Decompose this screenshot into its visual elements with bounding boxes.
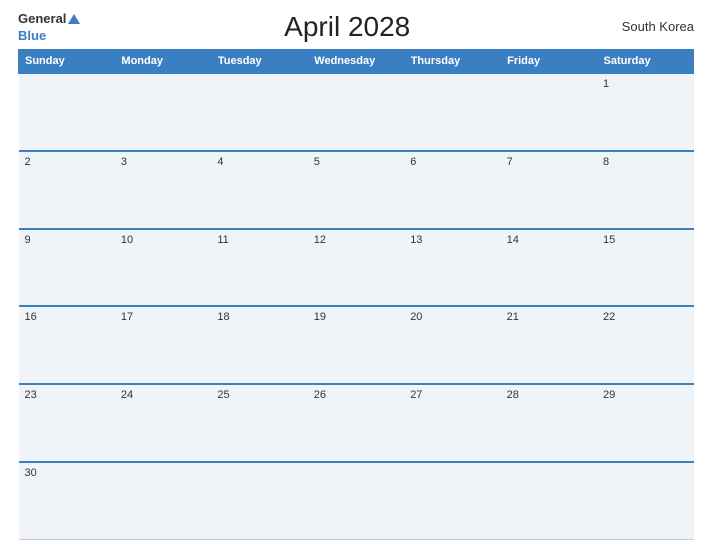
calendar-day: 27: [404, 384, 500, 462]
day-number: 24: [121, 389, 133, 401]
day-number: 1: [603, 78, 609, 90]
calendar-day: 14: [501, 229, 597, 307]
weekday-header-saturday: Saturday: [597, 50, 693, 74]
calendar-day: 17: [115, 306, 211, 384]
day-number: 15: [603, 234, 615, 246]
day-number: 29: [603, 389, 615, 401]
logo-text: General: [18, 10, 80, 28]
region-label: South Korea: [614, 19, 694, 34]
calendar-day: [597, 462, 693, 540]
calendar-day: 11: [211, 229, 307, 307]
day-number: 22: [603, 311, 615, 323]
calendar-day: 7: [501, 151, 597, 229]
calendar-day: 8: [597, 151, 693, 229]
calendar-week-1: 1: [19, 73, 694, 151]
calendar-day: 6: [404, 151, 500, 229]
day-number: 4: [217, 156, 223, 168]
day-number: 7: [507, 156, 513, 168]
calendar-day: 10: [115, 229, 211, 307]
calendar-week-4: 16 17 18 19 20 21 22: [19, 306, 694, 384]
day-number: 19: [314, 311, 326, 323]
calendar-day: 12: [308, 229, 404, 307]
day-number: 12: [314, 234, 326, 246]
calendar-day: [404, 73, 500, 151]
calendar-day: 28: [501, 384, 597, 462]
calendar-day: 25: [211, 384, 307, 462]
day-number: 23: [25, 389, 37, 401]
calendar-week-6: 30: [19, 462, 694, 540]
calendar-day: 1: [597, 73, 693, 151]
day-number: 14: [507, 234, 519, 246]
calendar-day: [404, 462, 500, 540]
calendar-day: [501, 462, 597, 540]
calendar-day: [19, 73, 115, 151]
calendar-day: 30: [19, 462, 115, 540]
calendar-day: [501, 73, 597, 151]
calendar-week-5: 23 24 25 26 27 28 29: [19, 384, 694, 462]
calendar-table: SundayMondayTuesdayWednesdayThursdayFrid…: [18, 49, 694, 540]
day-number: 16: [25, 311, 37, 323]
calendar-day: 3: [115, 151, 211, 229]
calendar-day: 2: [19, 151, 115, 229]
weekday-header-wednesday: Wednesday: [308, 50, 404, 74]
calendar-day: [308, 73, 404, 151]
logo-blue: Blue: [18, 28, 46, 43]
day-number: 10: [121, 234, 133, 246]
day-number: 6: [410, 156, 416, 168]
calendar-day: 19: [308, 306, 404, 384]
calendar-day: [308, 462, 404, 540]
logo-general: General: [18, 11, 66, 26]
calendar-day: 23: [19, 384, 115, 462]
weekday-header-thursday: Thursday: [404, 50, 500, 74]
logo: General Blue: [18, 10, 80, 43]
logo-triangle-icon: [68, 14, 80, 24]
day-number: 11: [217, 234, 228, 246]
calendar-day: 18: [211, 306, 307, 384]
day-number: 9: [25, 234, 31, 246]
day-number: 13: [410, 234, 422, 246]
calendar-header: General Blue April 2028 South Korea: [18, 10, 694, 43]
calendar-day: 29: [597, 384, 693, 462]
day-number: 2: [25, 156, 31, 168]
weekday-header-tuesday: Tuesday: [211, 50, 307, 74]
calendar-week-3: 9 10 11 12 13 14 15: [19, 229, 694, 307]
calendar-week-2: 2 3 4 5 6 7 8: [19, 151, 694, 229]
calendar-day: [115, 73, 211, 151]
calendar-title: April 2028: [80, 11, 614, 43]
calendar-day: 20: [404, 306, 500, 384]
weekday-header-sunday: Sunday: [19, 50, 115, 74]
weekday-header-friday: Friday: [501, 50, 597, 74]
calendar-day: 16: [19, 306, 115, 384]
calendar-day: 24: [115, 384, 211, 462]
calendar-day: [211, 73, 307, 151]
calendar-day: 13: [404, 229, 500, 307]
day-number: 30: [25, 467, 37, 479]
day-number: 21: [507, 311, 519, 323]
day-number: 17: [121, 311, 133, 323]
day-number: 20: [410, 311, 422, 323]
calendar-day: [115, 462, 211, 540]
calendar-day: 15: [597, 229, 693, 307]
calendar-day: 9: [19, 229, 115, 307]
day-number: 3: [121, 156, 127, 168]
day-number: 27: [410, 389, 422, 401]
calendar-day: 21: [501, 306, 597, 384]
calendar-header-row: SundayMondayTuesdayWednesdayThursdayFrid…: [19, 50, 694, 74]
calendar-day: [211, 462, 307, 540]
day-number: 8: [603, 156, 609, 168]
weekday-header-monday: Monday: [115, 50, 211, 74]
calendar-day: 26: [308, 384, 404, 462]
day-number: 5: [314, 156, 320, 168]
day-number: 26: [314, 389, 326, 401]
calendar-day: 22: [597, 306, 693, 384]
calendar-day: 4: [211, 151, 307, 229]
day-number: 25: [217, 389, 229, 401]
day-number: 18: [217, 311, 229, 323]
day-number: 28: [507, 389, 519, 401]
calendar-day: 5: [308, 151, 404, 229]
